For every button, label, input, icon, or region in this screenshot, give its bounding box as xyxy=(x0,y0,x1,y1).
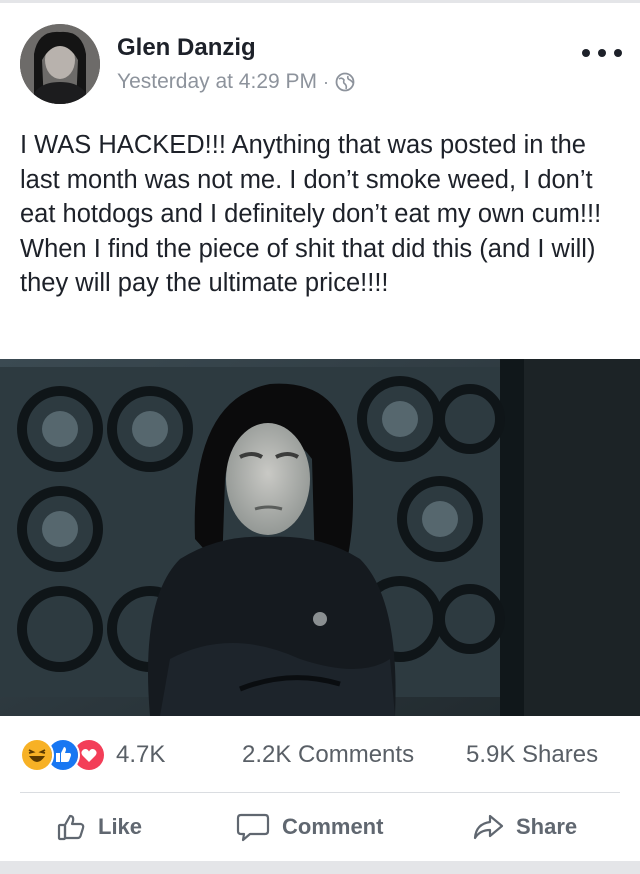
thumbs-up-icon xyxy=(57,814,85,841)
reactions-summary[interactable]: 4.7K xyxy=(20,737,165,773)
post-text: I WAS HACKED!!! Anything that was posted… xyxy=(20,131,602,297)
comments-count[interactable]: 2.2K Comments xyxy=(242,741,414,769)
comment-bubble-icon xyxy=(236,813,270,842)
reactions-count: 4.7K xyxy=(116,741,166,768)
divider xyxy=(20,792,620,793)
share-label: Share xyxy=(516,814,578,839)
more-options-icon[interactable] xyxy=(582,43,622,63)
shares-count[interactable]: 5.9K Shares xyxy=(466,741,598,769)
post-meta: Yesterday at 4:29 PM · xyxy=(117,70,355,94)
more-dot xyxy=(598,49,606,57)
like-button[interactable]: Like xyxy=(56,810,142,844)
comment-button[interactable]: Comment xyxy=(236,810,383,844)
like-label: Like xyxy=(98,814,143,839)
globe-icon xyxy=(335,72,355,92)
haha-icon xyxy=(20,738,54,772)
meta-separator: · xyxy=(323,71,330,92)
comment-label: Comment xyxy=(282,814,384,839)
author-name[interactable]: Glen Danzig xyxy=(117,34,256,62)
more-dot xyxy=(614,49,622,57)
share-arrow-icon xyxy=(473,814,504,840)
post-timestamp[interactable]: Yesterday at 4:29 PM xyxy=(117,70,317,94)
post-photo-image xyxy=(0,359,640,716)
more-dot xyxy=(582,49,590,57)
avatar-image xyxy=(20,24,100,104)
feed-separator-bottom xyxy=(0,861,640,874)
feed-separator-top xyxy=(0,0,640,3)
avatar[interactable] xyxy=(20,24,100,104)
share-button[interactable]: Share xyxy=(472,810,577,844)
post-photo[interactable] xyxy=(0,359,640,716)
